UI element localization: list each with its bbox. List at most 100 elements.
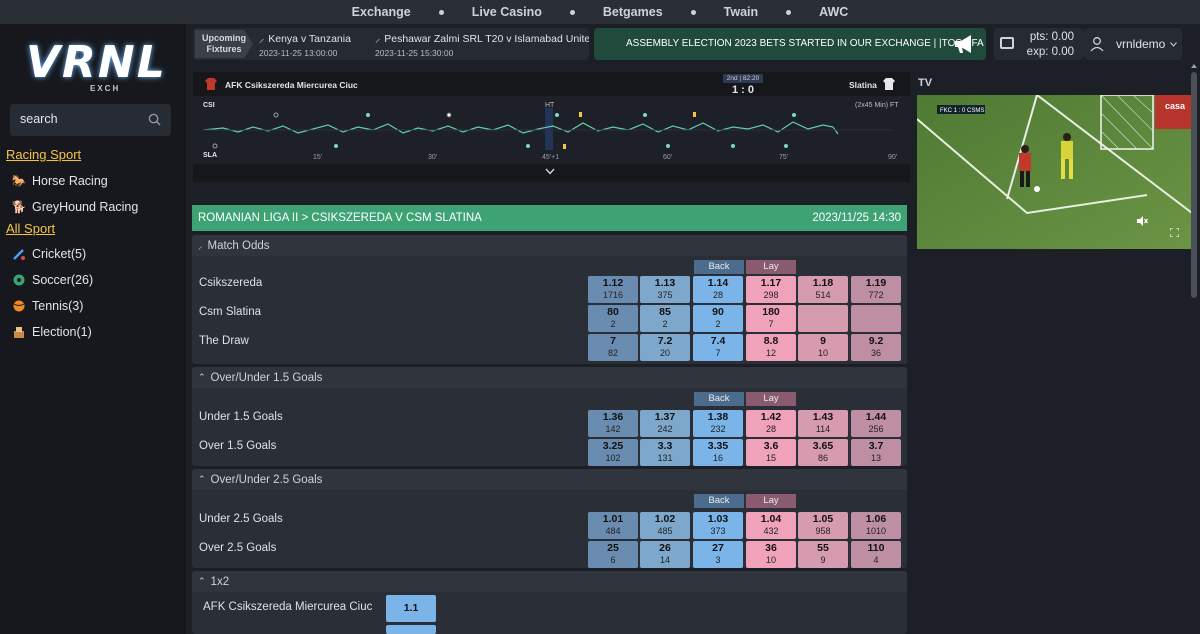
runner-name: Under 2.5 Goals — [199, 513, 283, 525]
market-match-odds: ⸝ Match Odds Back Lay Csikszereda 1.12 171… — [192, 235, 907, 364]
sidebar-item-label: Cricket(5) — [32, 247, 87, 261]
score-value: 1 : 0 — [731, 84, 754, 96]
lay-label: Lay — [746, 260, 796, 274]
timeline-tick: 15' — [313, 154, 323, 161]
lay-odds-cell[interactable]: 1.42 28 — [746, 410, 796, 437]
back-odds-cell[interactable]: 85 2 — [640, 305, 690, 332]
fixture-item[interactable]: ⸝ Peshawar Zalmi SRL T20 v Islamabad Unit… — [375, 32, 589, 58]
back-odds-cell[interactable]: 7.4 7 — [693, 334, 743, 361]
lay-odds-cell[interactable]: 9.2 36 — [851, 334, 901, 361]
lay-odds-cell[interactable]: 1.44 256 — [851, 410, 901, 437]
upcoming-fixtures-label: Upcoming Fixtures — [195, 30, 253, 58]
lay-odds-cell[interactable]: 1.19 772 — [851, 276, 901, 303]
lay-odds-cell[interactable]: 110 4 — [851, 541, 901, 568]
nav-twain[interactable]: Twain — [696, 5, 787, 19]
top-nav: Exchange Live Casino Betgames Twain AWC — [0, 0, 1200, 24]
market-name: 1x2 — [210, 575, 230, 588]
back-odds-cell[interactable]: 90 2 — [693, 305, 743, 332]
market-header[interactable]: ⌃ 1x2 — [192, 571, 907, 592]
nav-live-casino[interactable]: Live Casino — [444, 5, 570, 19]
back-odds-cell[interactable]: 1.02 485 — [640, 512, 690, 539]
back-odds-cell[interactable]: 7 82 — [588, 334, 638, 361]
sidebar-item-election[interactable]: Election(1) — [10, 325, 92, 339]
megaphone-icon — [955, 35, 971, 53]
search-icon[interactable] — [148, 113, 161, 126]
back-odds-cell[interactable]: 1.1 — [386, 595, 436, 622]
nav-exchange[interactable]: Exchange — [324, 5, 439, 19]
lay-odds-cell[interactable]: 55 9 — [798, 541, 848, 568]
live-tv-player[interactable]: FKC 1 : 0 CSMS casa — [917, 95, 1192, 249]
lay-odds-cell[interactable]: 1.17 298 — [746, 276, 796, 303]
back-odds-cell[interactable]: 3.35 16 — [693, 439, 743, 466]
back-odds-cell[interactable]: 3.25 102 — [588, 439, 638, 466]
runner-name: Over 2.5 Goals — [199, 542, 277, 554]
back-odds-cell[interactable]: 1.36 142 — [588, 410, 638, 437]
back-odds-cell[interactable]: 1.03 373 — [693, 512, 743, 539]
lay-odds-cell[interactable]: 3.7 13 — [851, 439, 901, 466]
runner-name: AFK Csikszereda Miercurea Ciuc — [203, 601, 373, 613]
market-over-under-1-5: ⌃ Over/Under 1.5 Goals Back Lay Under 1.5… — [192, 367, 907, 466]
back-odds-cell[interactable]: 25 6 — [588, 541, 638, 568]
lay-odds-cell[interactable]: 36 10 — [746, 541, 796, 568]
nav-awc[interactable]: AWC — [791, 5, 876, 19]
user-icon — [1090, 37, 1104, 52]
market-name: Over/Under 1.5 Goals — [210, 371, 323, 384]
lay-odds-cell[interactable]: 1.43 114 — [798, 410, 848, 437]
back-odds-cell[interactable]: 7.2 20 — [640, 334, 690, 361]
search-input[interactable] — [20, 112, 140, 126]
back-odds-cell[interactable]: 80 2 — [588, 305, 638, 332]
scroll-up-arrow[interactable] — [1191, 64, 1197, 68]
chevron-icon: ⸝ — [198, 241, 203, 251]
soccer-icon — [10, 273, 28, 287]
lay-odds-cell[interactable]: 3.65 86 — [798, 439, 848, 466]
back-odds-cell[interactable]: 1.01 484 — [588, 512, 638, 539]
back-odds-cell[interactable]: 26 14 — [640, 541, 690, 568]
back-odds-cell[interactable]: 1.14 28 — [693, 276, 743, 303]
back-odds-cell[interactable]: 3.3 131 — [640, 439, 690, 466]
cricket-icon: ⸝ — [375, 33, 381, 45]
back-odds-cell[interactable]: 1.12 1716 — [588, 276, 638, 303]
scrollbar-thumb[interactable] — [1191, 72, 1197, 298]
search-box[interactable] — [10, 104, 171, 136]
timeline-tick: 90' — [888, 154, 898, 161]
lay-odds-cell[interactable]: 8.8 12 — [746, 334, 796, 361]
all-sport-heading[interactable]: All Sport — [6, 221, 55, 236]
mute-icon[interactable] — [1136, 216, 1148, 226]
market-header[interactable]: ⸝ Match Odds — [192, 235, 907, 256]
lay-odds-cell[interactable]: 180 7 — [746, 305, 796, 332]
lay-odds-cell[interactable]: 1.18 514 — [798, 276, 848, 303]
sidebar-item-soccer[interactable]: Soccer(26) — [10, 273, 93, 287]
chevron-up-icon: ⌃ — [198, 576, 206, 586]
sidebar-item-greyhound-racing[interactable]: 🐕 GreyHound Racing — [10, 200, 139, 214]
lay-odds-cell[interactable]: 1.05 958 — [798, 512, 848, 539]
back-label: Back — [694, 260, 744, 274]
fixture-item[interactable]: ⸝ Kenya v Tanzania 2023-11-25 13:00:00 — [259, 32, 351, 58]
market-header[interactable]: ⌃ Over/Under 2.5 Goals — [192, 469, 907, 490]
lay-odds-cell[interactable]: 9 10 — [798, 334, 848, 361]
sidebar-item-horse-racing[interactable]: 🐎 Horse Racing — [10, 174, 108, 188]
back-odds-cell[interactable]: 1.13 375 — [640, 276, 690, 303]
market-header[interactable]: ⌃ Over/Under 1.5 Goals — [192, 367, 907, 388]
lay-odds-cell[interactable] — [798, 305, 848, 332]
lay-odds-cell[interactable]: 3.6 15 — [746, 439, 796, 466]
nav-betgames[interactable]: Betgames — [575, 5, 691, 19]
user-menu[interactable]: vrnldemo — [1084, 28, 1182, 60]
lay-odds-cell[interactable]: 1.06 1010 — [851, 512, 901, 539]
back-odds-cell[interactable]: 1.37 242 — [640, 410, 690, 437]
back-odds-cell[interactable]: 1.38 232 — [693, 410, 743, 437]
racing-sport-heading[interactable]: Racing Sport — [6, 147, 81, 162]
sidebar-item-tennis[interactable]: Tennis(3) — [10, 299, 83, 313]
page-scrollbar[interactable] — [1190, 64, 1198, 304]
back-odds-cell[interactable]: 27 3 — [693, 541, 743, 568]
lay-odds-cell[interactable]: 1.04 432 — [746, 512, 796, 539]
site-logo[interactable]: VRNL EXCH — [26, 38, 165, 100]
sidebar-item-cricket[interactable]: Cricket(5) — [10, 247, 86, 261]
away-team-name: Slatina — [849, 80, 877, 90]
runner-name: Under 1.5 Goals — [199, 411, 283, 423]
lay-odds-cell[interactable] — [851, 305, 901, 332]
back-odds-cell[interactable] — [386, 625, 436, 634]
chevron-down-icon[interactable] — [545, 168, 555, 175]
points-value: pts: 0.00 — [1029, 31, 1074, 43]
wallet-box[interactable]: pts: 0.00 exp: 0.00 — [994, 28, 1084, 60]
fullscreen-icon[interactable] — [1170, 228, 1179, 237]
